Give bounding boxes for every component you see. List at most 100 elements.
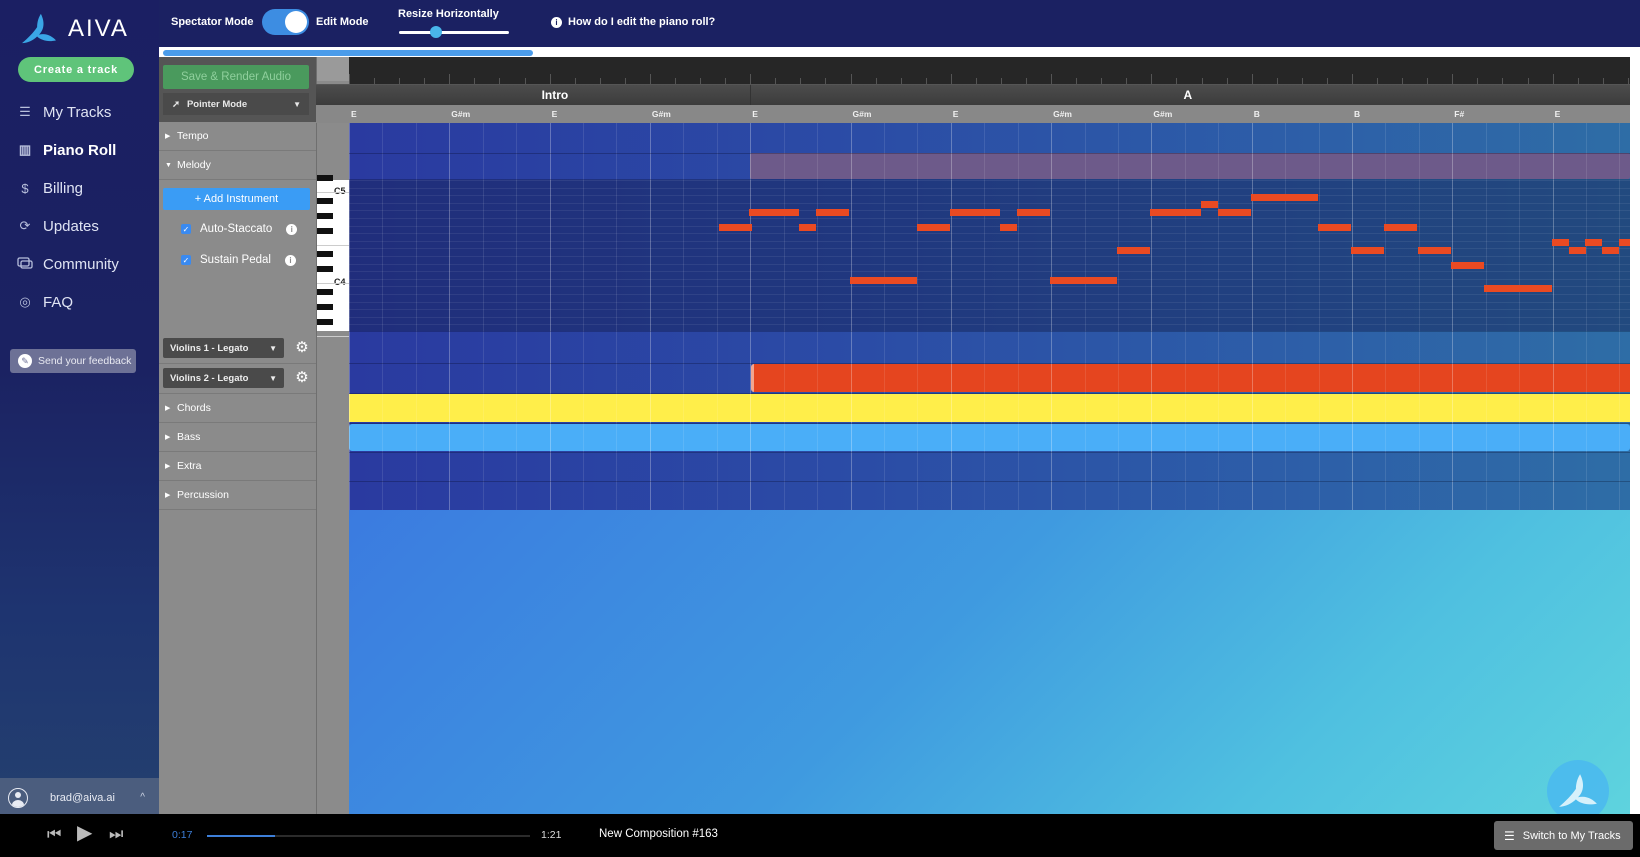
bass-region[interactable] — [349, 424, 1630, 451]
auto-staccato-checkbox[interactable]: ✓ — [181, 224, 191, 234]
resize-slider[interactable] — [399, 26, 509, 38]
melody-note[interactable] — [1017, 208, 1051, 216]
chord-label[interactable]: G#m — [652, 109, 671, 119]
black-key[interactable] — [317, 266, 333, 273]
sustain-pedal-label: Sustain Pedal — [200, 254, 271, 266]
add-instrument-button[interactable]: + Add Instrument — [163, 188, 310, 210]
chord-label[interactable]: G#m — [451, 109, 470, 119]
send-feedback-button[interactable]: ✎ Send your feedback — [10, 349, 136, 373]
aiva-assistant-button[interactable] — [1547, 760, 1609, 822]
melody-note[interactable] — [1317, 224, 1351, 231]
sidebar-item-piano-roll[interactable]: ▥ Piano Roll — [0, 131, 159, 169]
melody-note[interactable] — [749, 208, 800, 216]
gear-icon[interactable]: ⚙ — [294, 370, 310, 386]
piano-keyboard[interactable]: C5 C4 — [317, 175, 350, 337]
black-key[interactable] — [317, 289, 333, 295]
chord-bar: E G#m E G#m E G#m E G#m G#m B B F# E — [316, 105, 1630, 123]
melody-note[interactable] — [916, 224, 950, 231]
chord-label[interactable]: G#m — [853, 109, 872, 119]
sidebar-item-billing[interactable]: $ Billing — [0, 169, 159, 207]
create-track-button[interactable]: Create a track — [18, 57, 134, 82]
time-ruler[interactable] — [349, 57, 1630, 84]
piano-roll-grid[interactable] — [349, 123, 1630, 510]
melody-note[interactable] — [799, 224, 817, 231]
section-chords[interactable]: ▶ Chords — [159, 394, 316, 423]
chord-label[interactable]: E — [752, 109, 758, 119]
chord-label[interactable]: F# — [1454, 109, 1464, 119]
section-label[interactable]: Intro — [542, 88, 569, 102]
melody-note[interactable] — [1584, 239, 1602, 247]
melody-note[interactable] — [1150, 208, 1201, 216]
help-link[interactable]: i How do I edit the piano roll? — [551, 16, 715, 28]
play-icon[interactable]: ▶ — [77, 823, 92, 843]
melody-note[interactable] — [1050, 277, 1118, 285]
violins-2-region[interactable] — [751, 364, 1630, 392]
melody-note[interactable] — [999, 224, 1017, 231]
seek-bar[interactable] — [207, 835, 530, 837]
chord-label[interactable]: E — [552, 109, 558, 119]
sidebar-item-updates[interactable]: ⟳ Updates — [0, 207, 159, 245]
melody-note[interactable] — [1200, 201, 1218, 209]
section-melody[interactable]: ▼ Melody — [159, 151, 316, 180]
skip-forward-icon[interactable]: ⏭ — [109, 826, 123, 844]
chevron-up-icon[interactable]: ^ — [140, 792, 145, 803]
sidebar-item-faq[interactable]: ◎ FAQ — [0, 283, 159, 321]
black-key[interactable] — [317, 213, 333, 219]
melody-note[interactable] — [1418, 246, 1452, 254]
black-key[interactable] — [317, 251, 333, 257]
chord-label[interactable]: E — [351, 109, 357, 119]
section-percussion[interactable]: ▶ Percussion — [159, 481, 316, 510]
chords-region[interactable] — [349, 394, 1630, 422]
chord-label[interactable]: B — [1254, 109, 1260, 119]
section-tempo[interactable]: ▶ Tempo — [159, 122, 316, 151]
slider-thumb[interactable] — [430, 26, 443, 38]
melody-note[interactable] — [1601, 246, 1619, 254]
scrollbar-thumb[interactable] — [163, 50, 534, 56]
melody-note[interactable] — [816, 208, 850, 216]
horizontal-scrollbar[interactable] — [159, 47, 1640, 57]
switch-to-my-tracks-button[interactable]: ☰ Switch to My Tracks — [1494, 821, 1633, 850]
chord-label[interactable]: G#m — [1153, 109, 1172, 119]
section-bass[interactable]: ▶ Bass — [159, 423, 316, 452]
pointer-mode-select[interactable]: ➚ Pointer Mode ▼ — [163, 93, 309, 115]
melody-note[interactable] — [1217, 208, 1251, 216]
info-icon[interactable]: i — [284, 254, 296, 266]
tempo-region[interactable] — [750, 153, 1630, 179]
melody-note[interactable] — [949, 208, 1000, 216]
info-icon[interactable]: i — [286, 223, 298, 235]
skip-back-icon[interactable]: ⏮ — [47, 826, 61, 844]
black-key[interactable] — [317, 304, 333, 311]
black-key[interactable] — [317, 197, 333, 204]
sidebar-item-my-tracks[interactable]: ☰ My Tracks — [0, 93, 159, 131]
instrument-select-violins-1[interactable]: Violins 1 - Legato ▼ — [163, 338, 284, 358]
melody-note[interactable] — [719, 224, 753, 231]
section-label[interactable]: A — [1184, 88, 1193, 102]
melody-note[interactable] — [849, 277, 917, 285]
sidebar-item-community[interactable]: Community — [0, 245, 159, 283]
aiva-logo[interactable]: AIVA — [20, 12, 129, 46]
melody-note[interactable] — [1551, 239, 1569, 247]
edit-mode-toggle[interactable] — [262, 9, 309, 35]
melody-note[interactable] — [1568, 246, 1586, 254]
melody-note[interactable] — [1250, 193, 1318, 201]
black-key[interactable] — [317, 319, 333, 326]
chord-label[interactable]: G#m — [1053, 109, 1072, 119]
instrument-select-violins-2[interactable]: Violins 2 - Legato ▼ — [163, 368, 284, 388]
melody-note[interactable] — [1484, 284, 1552, 292]
sustain-pedal-checkbox[interactable]: ✓ — [181, 255, 191, 265]
pitch-row-line — [349, 225, 1630, 227]
black-key[interactable] — [317, 228, 333, 235]
black-key[interactable] — [317, 175, 333, 181]
melody-note[interactable] — [1117, 246, 1151, 254]
chord-label[interactable]: E — [953, 109, 959, 119]
gear-icon[interactable]: ⚙ — [294, 340, 310, 356]
user-menu[interactable]: brad@aiva.ai ^ — [0, 778, 159, 817]
melody-note[interactable] — [1351, 246, 1385, 254]
chord-label[interactable]: E — [1555, 109, 1561, 119]
save-render-button[interactable]: Save & Render Audio — [163, 65, 309, 89]
section-extra[interactable]: ▶ Extra — [159, 452, 316, 481]
chord-label[interactable]: B — [1354, 109, 1360, 119]
melody-note[interactable] — [1384, 224, 1418, 231]
melody-note[interactable] — [1618, 239, 1630, 247]
melody-note[interactable] — [1451, 262, 1485, 269]
